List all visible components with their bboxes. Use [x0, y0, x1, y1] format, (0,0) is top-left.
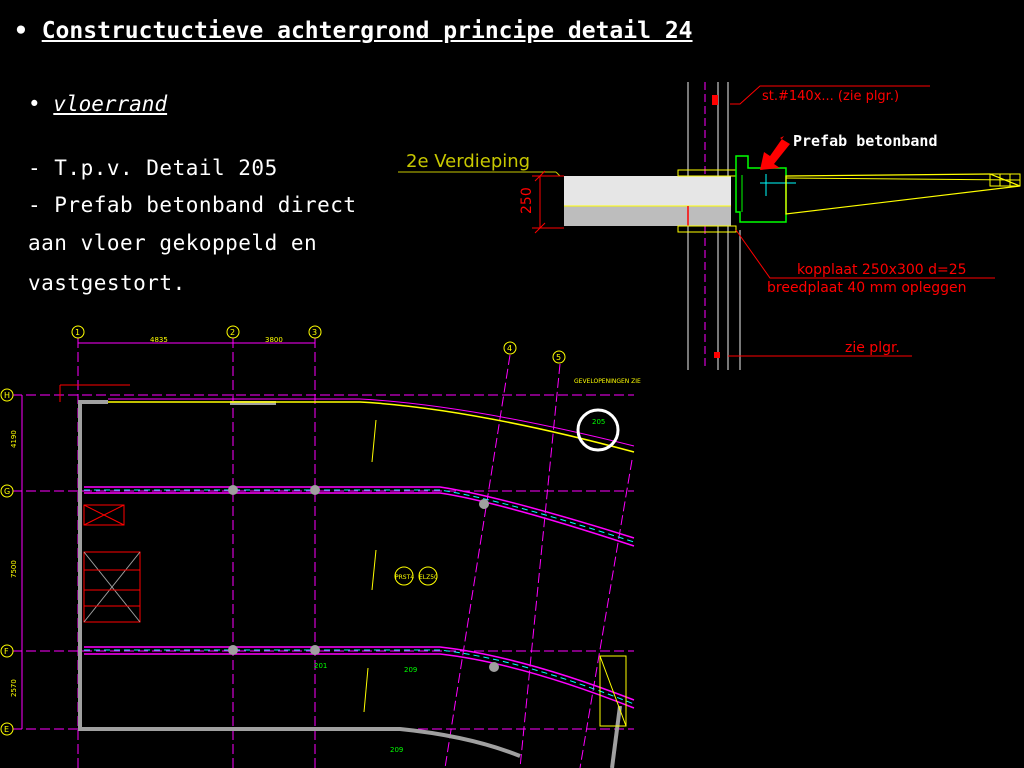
dim-left-3: 2570 — [10, 679, 18, 697]
centre-tag-2: ELZ50 — [419, 574, 438, 581]
dim-left-1: 4190 — [10, 430, 18, 448]
grid-4: 4 — [507, 344, 512, 353]
col-marker-1: 201 — [314, 662, 327, 670]
dim-left-2: 7500 — [10, 560, 18, 578]
tag-mark — [714, 352, 720, 358]
centre-tag-1: PRST4 — [395, 574, 414, 581]
grid-g: G — [4, 487, 10, 496]
floor-plan: 4835 3800 4190 7500 2570 PRST4 ELZ50 GEV… — [0, 325, 641, 768]
col-marker-2: 209 — [404, 666, 417, 674]
grid-3: 3 — [312, 328, 317, 337]
grid-5: 5 — [556, 353, 561, 362]
detail-ref: 205 — [592, 418, 605, 426]
grid-e: E — [4, 725, 9, 734]
grid-2: 2 — [230, 328, 235, 337]
floor-slab-bottom — [564, 206, 731, 226]
grid-1: 1 — [75, 328, 80, 337]
note-koppel-1: kopplaat 250x300 d=25 — [797, 262, 967, 278]
col-marker-3: 209 — [390, 746, 403, 754]
note-koppel-2: breedplaat 40 mm opleggen — [767, 280, 967, 296]
dim-top-1: 4835 — [150, 336, 168, 344]
note-bottom: zie plgr. — [845, 340, 900, 356]
highlight-circle — [576, 408, 620, 452]
dim-250: 250 — [519, 187, 535, 214]
tag-mark — [712, 95, 718, 105]
grid-h: H — [4, 391, 10, 400]
cad-drawing: 2e Verdieping 250 st.#140x... (zie plgr.… — [0, 82, 1021, 768]
plan-top-note: GEVELOPENINGEN ZIE — [574, 378, 641, 385]
arrow-icon — [760, 136, 790, 170]
callout-prefab: Prefab betonband — [793, 132, 938, 150]
grid-f: F — [4, 647, 9, 656]
dim-top-2: 3800 — [265, 336, 283, 344]
floor-label: 2e Verdieping — [406, 151, 530, 172]
note-top: st.#140x... (zie plgr.) — [762, 89, 899, 104]
floor-slab-top — [564, 176, 731, 206]
section-detail: 2e Verdieping 250 st.#140x... (zie plgr.… — [398, 82, 1021, 370]
